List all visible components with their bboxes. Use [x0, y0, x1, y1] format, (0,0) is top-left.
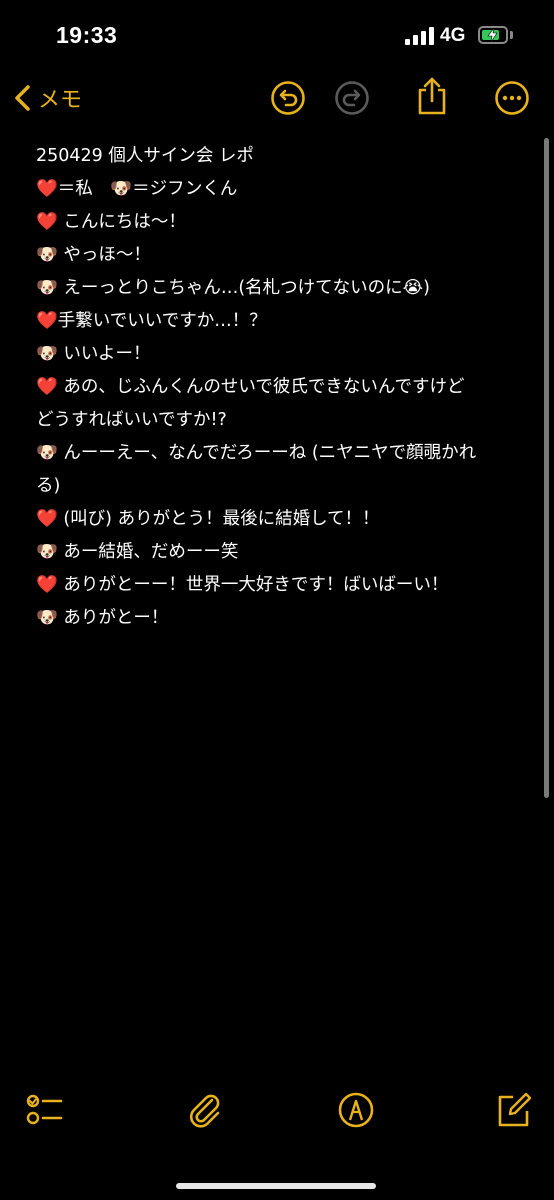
more-icon	[495, 81, 529, 115]
status-bar: 19:33 4G	[0, 0, 554, 72]
checklist-button[interactable]	[24, 1090, 64, 1130]
note-body[interactable]: 250429 個人サイン会 レポ ❤️＝私 🐶＝ジフンくん ❤️ こんにちは～！…	[36, 140, 526, 635]
more-button[interactable]	[494, 80, 530, 116]
note-line: 🐶 ありがとー！	[36, 608, 169, 628]
note-line: 🐶 いいよー！	[36, 344, 151, 364]
share-button[interactable]	[414, 76, 450, 115]
share-icon	[418, 77, 446, 115]
note-line: ❤️手繋いでいいですか…！？	[36, 311, 267, 331]
note-line: ❤️ ありがとーー！世界一大好きです！ばいばーい！	[36, 575, 449, 595]
home-indicator[interactable]	[176, 1183, 376, 1189]
note-line: ❤️ あの、じふんくんのせいで彼氏できないんですけど	[36, 377, 465, 397]
battery-tip	[510, 31, 513, 39]
note-line: る)	[36, 476, 61, 496]
note-line: 🐶 えーっとりこちゃん…(名札つけてないのに😭)	[36, 278, 430, 298]
undo-icon	[271, 81, 305, 115]
back-button[interactable]: メモ	[12, 82, 82, 114]
redo-icon	[335, 81, 369, 115]
markup-button[interactable]	[336, 1090, 376, 1130]
chevron-left-icon	[15, 85, 30, 111]
attachment-button[interactable]	[184, 1090, 224, 1130]
scrollbar[interactable]	[544, 138, 549, 798]
note-line: ❤️ こんにちは～！	[36, 212, 186, 232]
note-line: 🐶 んーーえー、なんでだろーーね (ニヤニヤで顔覗かれ	[36, 443, 477, 463]
note-line: 🐶 あー結婚、だめーー笑	[36, 542, 239, 562]
signal-icon	[405, 27, 435, 49]
note-line: どうすればいいですか!?	[36, 410, 227, 430]
status-time: 19:33	[56, 22, 118, 48]
note-line: ❤️＝私 🐶＝ジフンくん	[36, 179, 238, 199]
compose-button[interactable]	[494, 1090, 534, 1130]
back-label: メモ	[38, 88, 83, 113]
paperclip-icon	[189, 1094, 220, 1128]
markup-pen-icon	[338, 1092, 374, 1128]
note-line: 250429 個人サイン会 レポ	[36, 146, 254, 166]
battery-icon	[478, 26, 508, 44]
charging-bolt-icon	[487, 28, 498, 42]
redo-button[interactable]	[334, 80, 370, 116]
note-line: ❤️ (叫び) ありがとう！最後に結婚して！！	[36, 509, 380, 529]
undo-button[interactable]	[270, 80, 306, 116]
compose-icon	[498, 1092, 532, 1127]
bottom-toolbar	[0, 1090, 554, 1150]
note-line: 🐶 やっほ～！	[36, 245, 151, 265]
nav-bar: メモ	[0, 72, 554, 128]
checklist-icon	[26, 1094, 63, 1125]
network-type: 4G	[440, 25, 466, 46]
